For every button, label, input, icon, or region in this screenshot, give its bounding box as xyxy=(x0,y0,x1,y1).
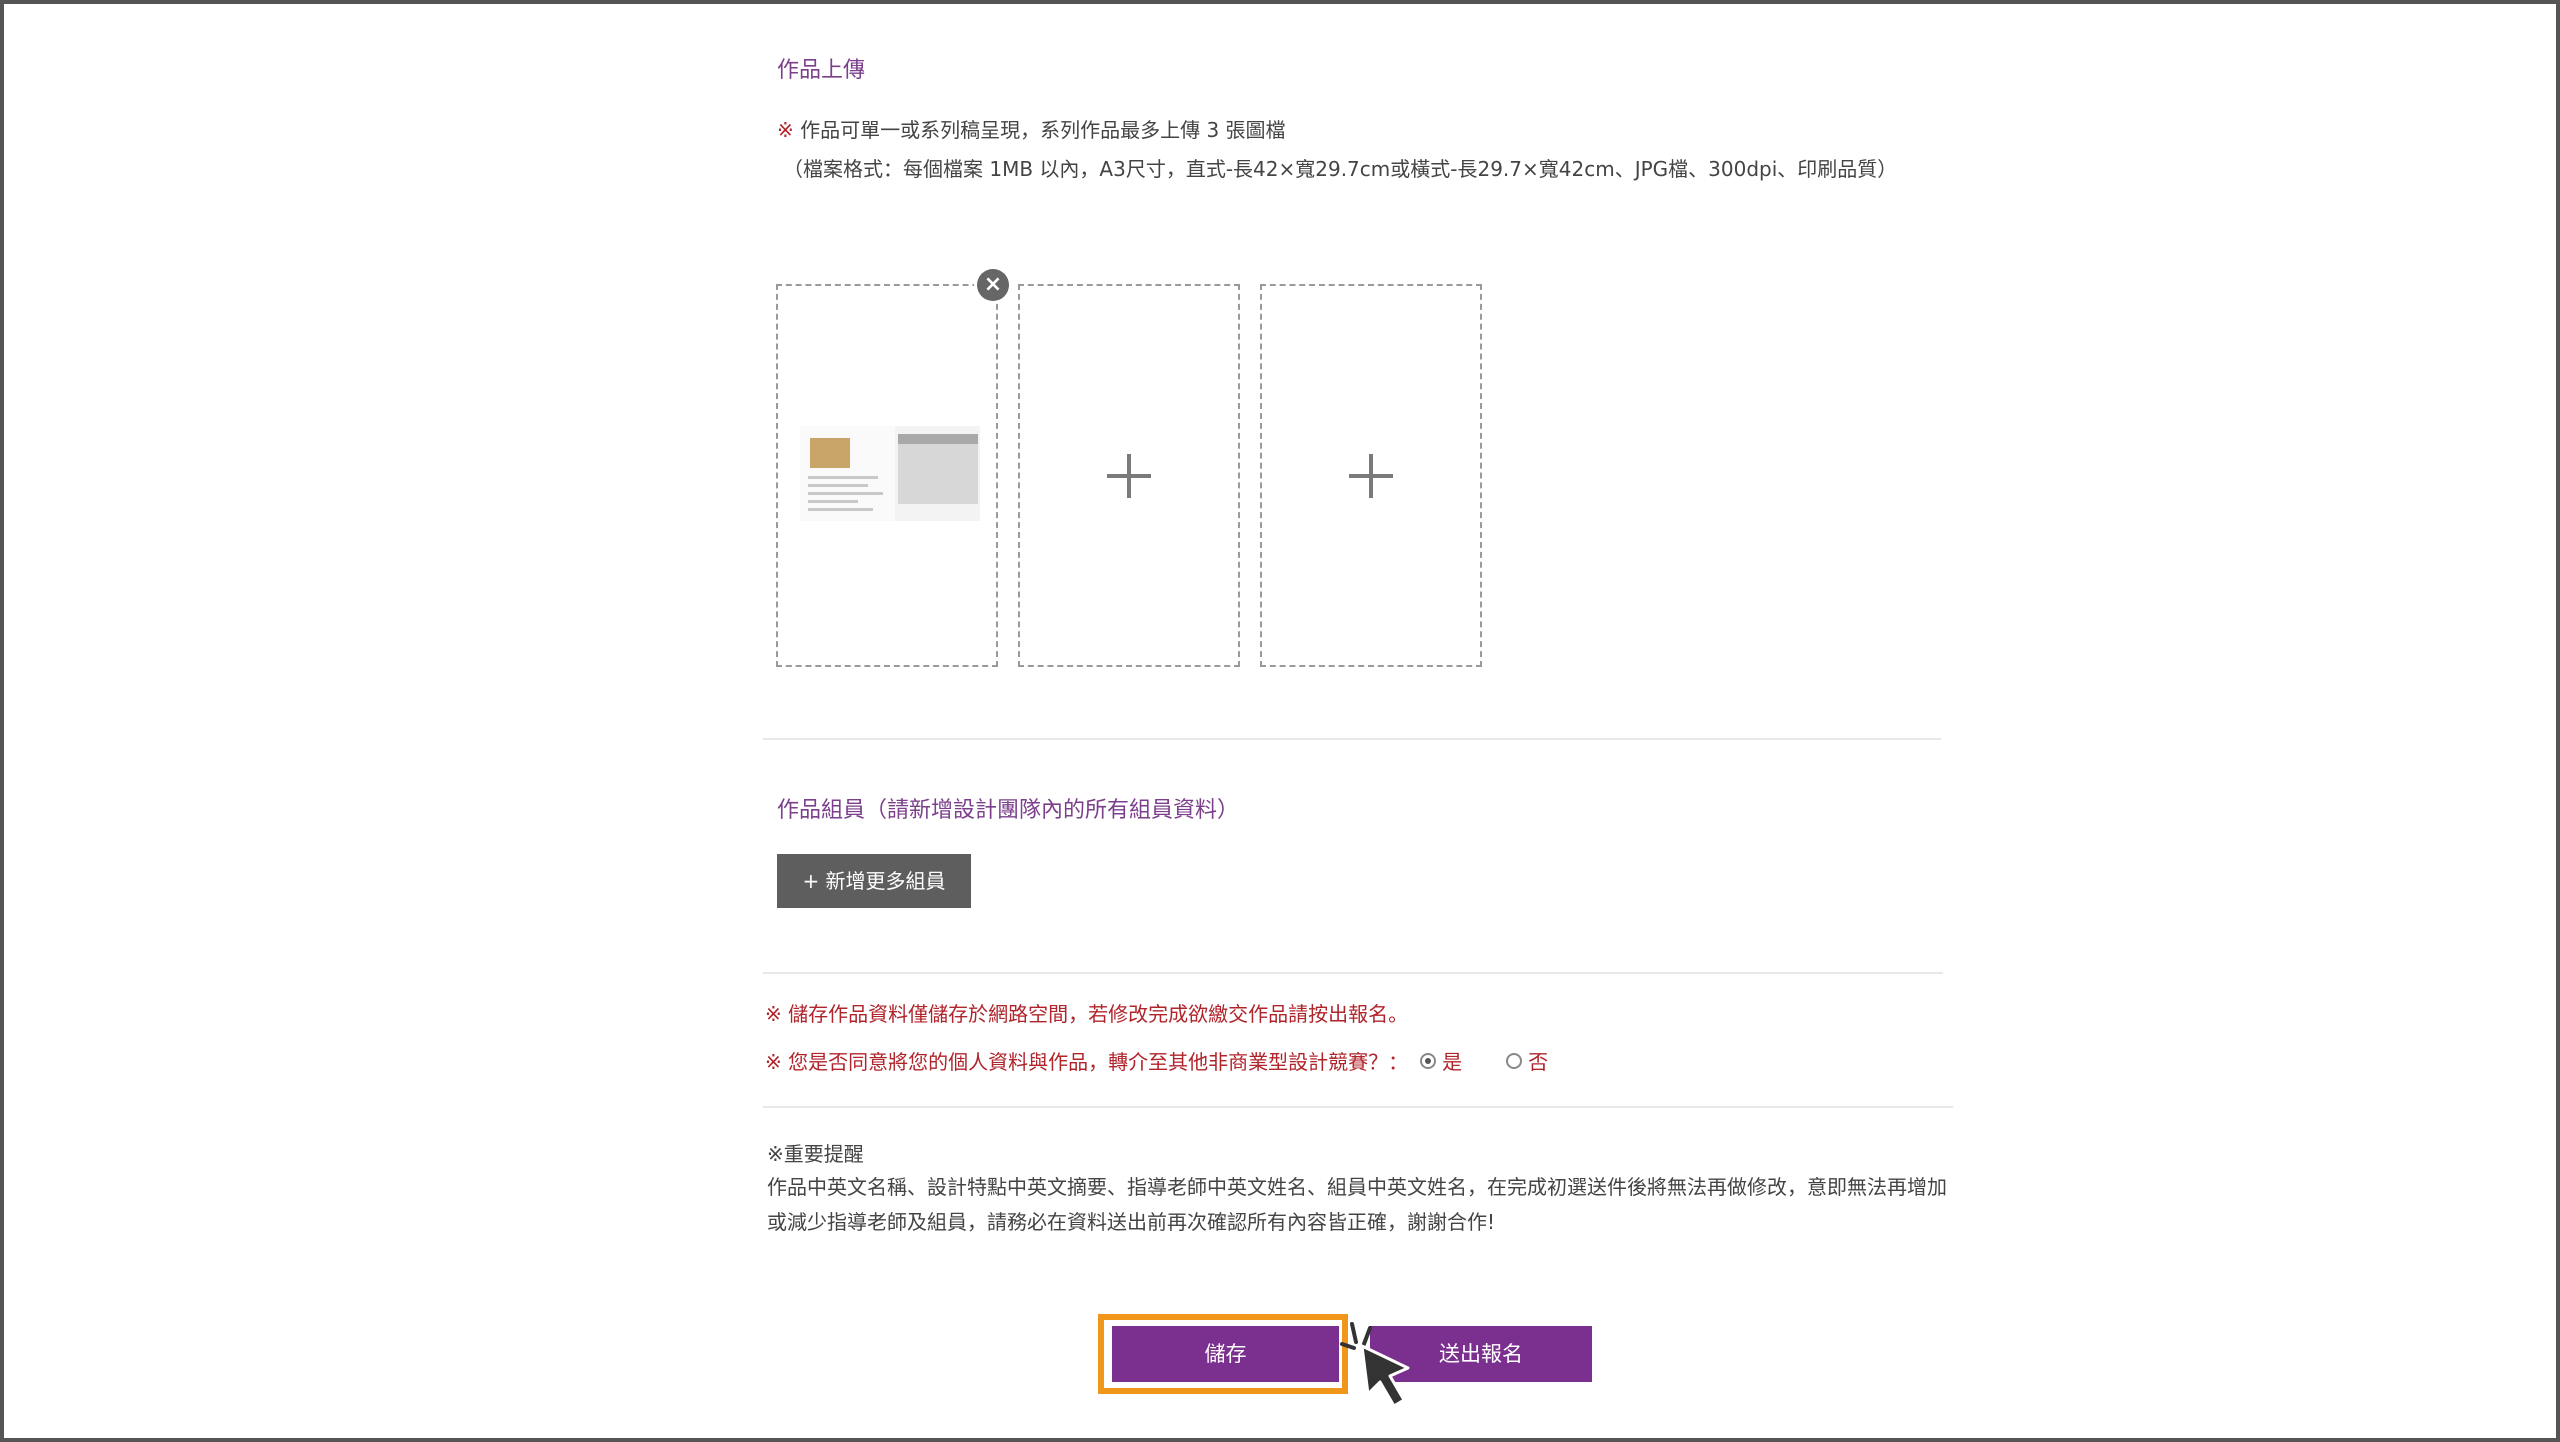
save-button-highlight xyxy=(1098,1314,1348,1394)
divider xyxy=(763,1106,1953,1108)
add-image-plus-icon xyxy=(1107,453,1151,498)
upload-slot-2[interactable] xyxy=(1018,284,1240,667)
mouse-cursor-icon xyxy=(1340,1322,1410,1408)
upload-note-text: 作品可單一或系列稿呈現，系列作品最多上傳 3 張圖檔 xyxy=(793,118,1286,142)
important-title: ※重要提醒 xyxy=(767,1142,864,1166)
note-mark: ※ xyxy=(777,118,794,142)
remove-image-icon[interactable]: × xyxy=(977,269,1009,301)
uploaded-thumbnail xyxy=(800,426,980,521)
upload-note: ※ 作品可單一或系列稿呈現，系列作品最多上傳 3 張圖檔 xyxy=(777,114,1286,143)
members-section-title: 作品組員（請新增設計團隊內的所有組員資料） xyxy=(777,798,1240,823)
option-no-label: 否 xyxy=(1528,1050,1549,1074)
save-notice: ※ 儲存作品資料僅儲存於網路空間，若修改完成欲繳交作品請按出報名。 xyxy=(765,1002,1409,1026)
divider xyxy=(763,972,1943,974)
file-format-note: （檔案格式：每個檔案 1MB 以內，A3尺寸，直式-長42×寬29.7cm或橫式… xyxy=(783,157,1898,181)
upload-section-title: 作品上傳 xyxy=(777,58,866,83)
add-image-plus-icon xyxy=(1349,453,1393,498)
option-yes-label: 是 xyxy=(1442,1050,1463,1074)
divider xyxy=(763,738,1941,740)
upload-slot-1[interactable] xyxy=(776,284,998,667)
add-member-button[interactable]: + 新增更多組員 xyxy=(777,854,971,908)
radio-yes[interactable] xyxy=(1420,1052,1437,1069)
consent-option-no[interactable]: 否 xyxy=(1506,1046,1548,1075)
important-body: 作品中英文名稱、設計特點中英文摘要、指導老師中英文姓名、組員中英文姓名，在完成初… xyxy=(767,1175,1947,1234)
consent-question: ※ 您是否同意將您的個人資料與作品，轉介至其他非商業型設計競賽？： xyxy=(765,1050,1409,1074)
upload-slot-3[interactable] xyxy=(1260,284,1482,667)
consent-question-row: ※ 您是否同意將您的個人資料與作品，轉介至其他非商業型設計競賽？： 是 否 xyxy=(765,1046,1548,1075)
consent-option-yes[interactable]: 是 xyxy=(1420,1046,1462,1075)
radio-no[interactable] xyxy=(1506,1052,1523,1069)
